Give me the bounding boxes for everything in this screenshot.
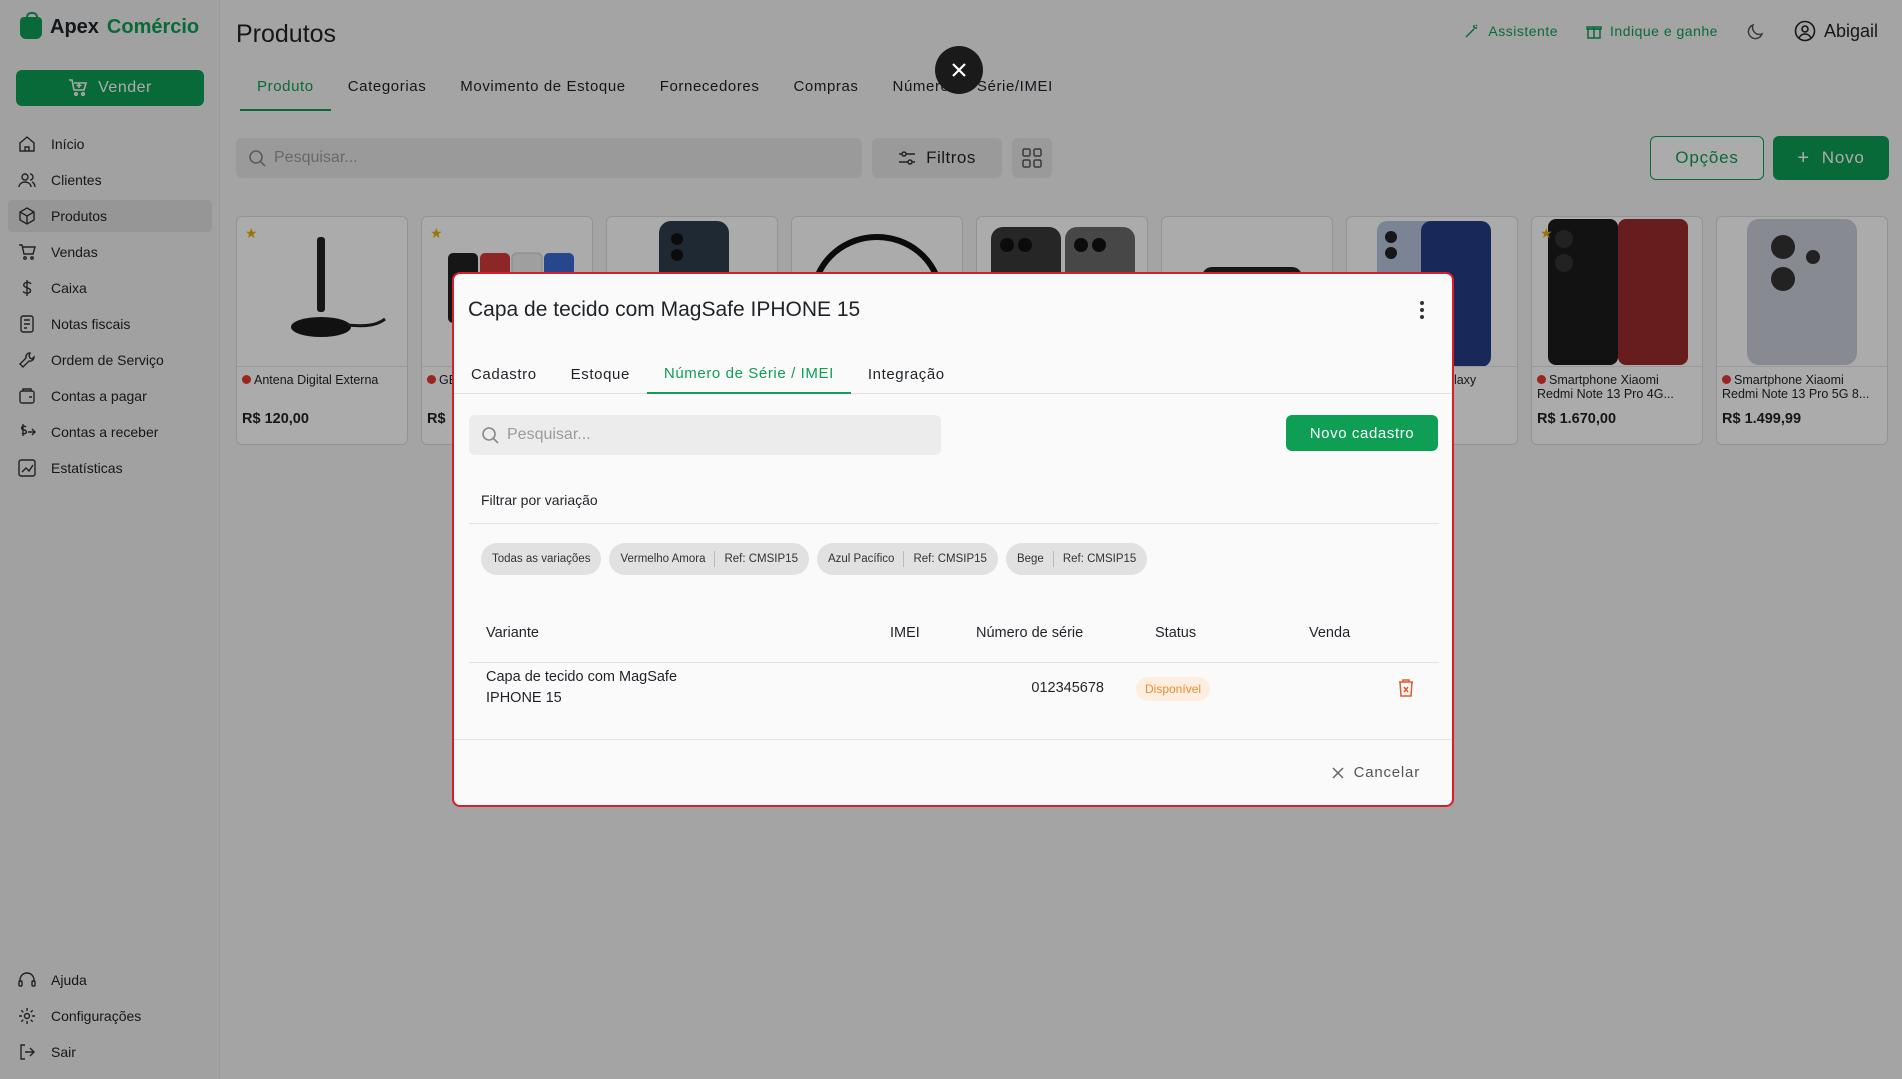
- close-icon: [952, 63, 966, 77]
- chip-vermelho-amora[interactable]: Vermelho Amora Ref: CMSIP15: [609, 543, 809, 575]
- cell-serial: 012345678: [1031, 680, 1104, 696]
- tab-numero-serie-imei[interactable]: Número de Série / IMEI: [646, 354, 851, 394]
- chip-bege[interactable]: Bege Ref: CMSIP15: [1005, 543, 1148, 575]
- column-header-status[interactable]: Status: [1155, 625, 1196, 641]
- search-icon: [482, 427, 499, 444]
- tab-integracao[interactable]: Integração: [851, 354, 962, 394]
- modal-title: Capa de tecido com MagSafe IPHONE 15: [468, 298, 861, 321]
- novo-cadastro-button[interactable]: Novo cadastro: [1286, 415, 1438, 451]
- modal-tabs: Cadastro Estoque Número de Série / IMEI …: [454, 354, 1452, 394]
- filter-label: Filtrar por variação: [481, 492, 598, 508]
- more-options-icon[interactable]: [1410, 298, 1434, 322]
- divider: [469, 523, 1439, 524]
- tab-estoque[interactable]: Estoque: [554, 354, 647, 394]
- column-header-numero-serie[interactable]: Número de série: [976, 625, 1083, 641]
- modal-search-input[interactable]: Pesquisar...: [469, 415, 941, 455]
- chip-todas-variacoes[interactable]: Todas as variações: [481, 543, 602, 575]
- close-icon: [1332, 766, 1344, 779]
- column-header-venda[interactable]: Venda: [1309, 625, 1350, 641]
- footer-divider: [454, 739, 1452, 740]
- table-header-divider: [469, 662, 1439, 663]
- cell-variante: Capa de tecido com MagSafe IPHONE 15: [486, 669, 678, 706]
- modal-search-placeholder: Pesquisar...: [507, 426, 591, 443]
- cancel-button[interactable]: Cancelar: [1332, 764, 1420, 781]
- chip-azul-pacifico[interactable]: Azul Pacífico Ref: CMSIP15: [816, 543, 998, 575]
- close-modal-button[interactable]: [935, 46, 983, 94]
- delete-icon[interactable]: [1397, 678, 1415, 698]
- column-header-imei[interactable]: IMEI: [890, 625, 920, 641]
- column-header-variante[interactable]: Variante: [486, 625, 539, 641]
- variation-chips: Todas as variações Vermelho Amora Ref: CM…: [481, 543, 1148, 575]
- product-modal: Capa de tecido com MagSafe IPHONE 15 Cad…: [452, 272, 1454, 807]
- cancel-label: Cancelar: [1353, 764, 1420, 781]
- tab-cadastro[interactable]: Cadastro: [454, 354, 554, 394]
- status-badge: Disponível: [1136, 677, 1211, 701]
